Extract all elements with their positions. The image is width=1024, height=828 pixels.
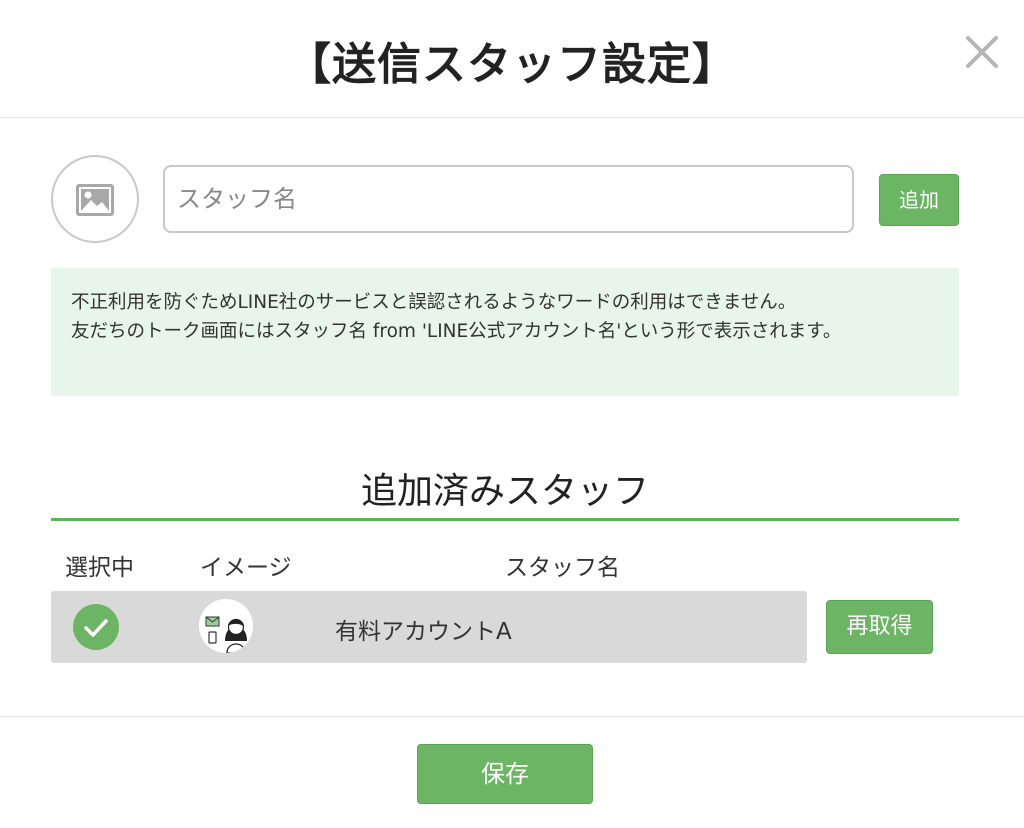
- column-header-image: イメージ: [200, 555, 292, 581]
- refetch-button[interactable]: 再取得: [826, 600, 933, 654]
- added-staff-title: 追加済みスタッフ: [360, 471, 649, 512]
- modal-title: 【送信スタッフ設定】: [287, 39, 737, 90]
- check-circle-icon[interactable]: [73, 604, 119, 650]
- staff-name-input[interactable]: [163, 165, 854, 233]
- column-header-staff-name: スタッフ名: [505, 555, 620, 581]
- notice-box: 不正利用を防ぐためLINE社のサービスと誤認されるようなワードの利用はできません…: [51, 268, 959, 396]
- column-header-selected: 選択中: [65, 555, 134, 581]
- modal-header: 【送信スタッフ設定】: [0, 0, 1024, 118]
- notice-line-1: 不正利用を防ぐためLINE社のサービスと誤認されるようなワードの利用はできません…: [71, 292, 797, 313]
- add-staff-button[interactable]: 追加: [879, 174, 959, 226]
- staff-image-upload[interactable]: [51, 155, 139, 243]
- staff-avatar: [199, 599, 253, 653]
- staff-name: 有料アカウントA: [335, 619, 512, 645]
- close-icon[interactable]: [962, 32, 1002, 72]
- notice-line-2: 友だちのトーク画面にはスタッフ名 from 'LINE公式アカウント名'という形…: [71, 321, 842, 342]
- staff-settings-modal: 【送信スタッフ設定】 追加 不正利用を防ぐためLINE社のサービスと誤認されるよ…: [0, 0, 1024, 828]
- image-placeholder-icon: [76, 184, 114, 216]
- modal-footer: 保存: [0, 716, 1024, 828]
- save-button[interactable]: 保存: [417, 744, 593, 804]
- section-divider: [51, 518, 959, 521]
- staff-row[interactable]: 有料アカウントA: [51, 591, 807, 663]
